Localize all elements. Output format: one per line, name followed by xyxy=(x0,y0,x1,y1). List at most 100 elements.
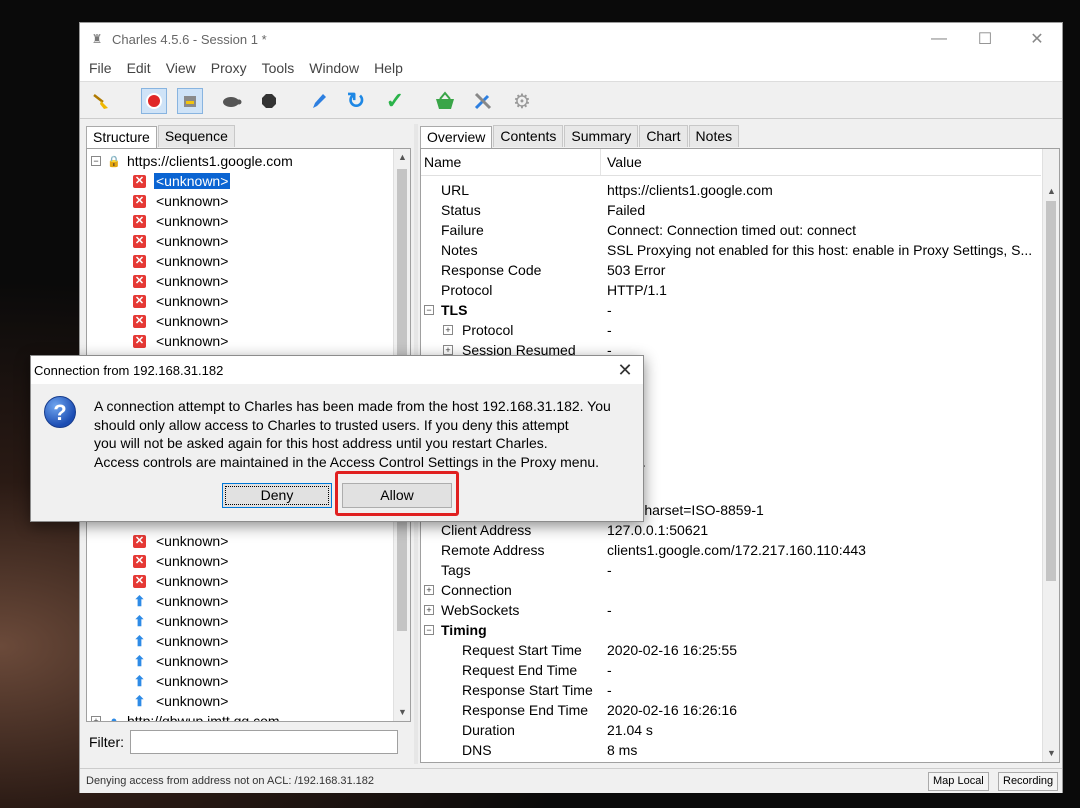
filter-input[interactable] xyxy=(130,730,398,754)
detail-row[interactable]: Response End Time 2020-02-16 16:26:16 xyxy=(421,701,1041,721)
detail-row[interactable]: Response Start Time - xyxy=(421,681,1041,701)
tree-request-row[interactable]: ✕ <unknown> xyxy=(133,311,230,331)
request-label: <unknown> xyxy=(156,613,229,629)
tab-structure[interactable]: Structure xyxy=(86,126,157,148)
tree-request-row[interactable]: ✕ <unknown> xyxy=(133,291,230,311)
request-label: <unknown> xyxy=(156,533,229,549)
throttle-icon[interactable] xyxy=(177,88,203,114)
tree-request-row[interactable]: ⬆ <unknown> xyxy=(133,611,230,631)
charles-app-icon: ♜ xyxy=(91,32,103,46)
menu-bar: File Edit View Proxy Tools Window Help xyxy=(80,55,1062,81)
scroll-up-icon[interactable]: ▲ xyxy=(1043,183,1059,200)
detail-row[interactable]: + Connection xyxy=(421,581,1041,601)
detail-row[interactable]: Status Failed xyxy=(421,201,1041,221)
detail-row[interactable]: + Protocol - xyxy=(421,321,1041,341)
detail-scrollbar[interactable]: ▲ ▼ xyxy=(1042,149,1059,762)
scroll-down-icon[interactable]: ▼ xyxy=(1043,745,1059,762)
recording-button[interactable]: Recording xyxy=(998,772,1059,791)
menu-tools[interactable]: Tools xyxy=(262,60,295,76)
tree-request-row[interactable]: ✕ <unknown> xyxy=(133,171,232,191)
menu-edit[interactable]: Edit xyxy=(127,60,151,76)
turtle-icon[interactable] xyxy=(218,88,244,114)
expand-toggle[interactable]: + xyxy=(91,716,101,721)
detail-row[interactable]: − TLS - xyxy=(421,301,1041,321)
menu-proxy[interactable]: Proxy xyxy=(211,60,247,76)
menu-file[interactable]: File xyxy=(89,60,112,76)
tree-request-row[interactable]: ✕ <unknown> xyxy=(133,571,230,591)
expand-toggle[interactable]: + xyxy=(424,585,434,595)
tree-request-row[interactable]: ✕ <unknown> xyxy=(133,331,230,351)
tab-contents[interactable]: Contents xyxy=(493,125,564,147)
detail-row[interactable]: Request End Time - xyxy=(421,661,1041,681)
detail-value: 21.04 s xyxy=(607,722,653,738)
tree-request-row[interactable]: ✕ <unknown> xyxy=(133,531,230,551)
column-value[interactable]: Value xyxy=(601,154,642,170)
tree-request-row[interactable]: ⬆ <unknown> xyxy=(133,631,230,651)
stop-icon[interactable] xyxy=(256,88,282,114)
tab-sequence[interactable]: Sequence xyxy=(157,125,235,147)
collapse-toggle[interactable]: − xyxy=(424,625,434,635)
detail-row[interactable]: Remote Address clients1.google.com/172.21… xyxy=(421,541,1041,561)
expand-toggle[interactable]: + xyxy=(443,325,453,335)
menu-help[interactable]: Help xyxy=(374,60,403,76)
detail-row[interactable]: Client Address 127.0.0.1:50621 xyxy=(421,521,1041,541)
tree-request-row[interactable]: ✕ <unknown> xyxy=(133,271,230,291)
settings-icon[interactable]: ⚙ xyxy=(509,88,535,114)
scroll-up-icon[interactable]: ▲ xyxy=(394,149,410,166)
tree-request-row[interactable]: ⬆ <unknown> xyxy=(133,671,230,691)
tree-request-row[interactable]: ⬆ <unknown> xyxy=(133,651,230,671)
scroll-thumb[interactable] xyxy=(1046,201,1056,581)
tab-summary[interactable]: Summary xyxy=(564,125,639,147)
detail-row[interactable]: URL https://clients1.google.com xyxy=(421,181,1041,201)
check-icon[interactable]: ✓ xyxy=(382,88,408,114)
tree-request-row[interactable]: ✕ <unknown> xyxy=(133,231,230,251)
detail-name: Status xyxy=(441,202,481,218)
basket-icon[interactable] xyxy=(432,88,458,114)
tree-request-row[interactable]: ✕ <unknown> xyxy=(133,551,230,571)
expand-toggle[interactable]: + xyxy=(424,605,434,615)
dialog-line: should only allow access to Charles to t… xyxy=(94,416,569,433)
tools-icon[interactable] xyxy=(470,88,496,114)
map-local-button[interactable]: Map Local xyxy=(928,772,989,791)
tab-overview[interactable]: Overview xyxy=(420,126,493,148)
tree-request-row[interactable]: ⬆ <unknown> xyxy=(133,591,230,611)
collapse-toggle[interactable]: − xyxy=(424,305,434,315)
detail-row[interactable]: Tags - xyxy=(421,561,1041,581)
minimize-button[interactable]: — xyxy=(916,23,962,55)
collapse-toggle[interactable]: − xyxy=(91,156,101,166)
tree-request-row[interactable]: ✕ <unknown> xyxy=(133,251,230,271)
detail-row[interactable]: Failure Connect: Connection timed out: co… xyxy=(421,221,1041,241)
detail-row[interactable]: Request Start Time 2020-02-16 16:25:55 xyxy=(421,641,1041,661)
detail-row[interactable]: + WebSockets - xyxy=(421,601,1041,621)
detail-row[interactable]: DNS 8 ms xyxy=(421,741,1041,761)
broom-icon[interactable] xyxy=(88,88,114,114)
detail-row[interactable]: Notes SSL Proxying not enabled for this h… xyxy=(421,241,1041,261)
expand-toggle[interactable]: + xyxy=(443,345,453,355)
deny-button[interactable]: Deny xyxy=(222,483,332,508)
detail-row[interactable]: Response Code 503 Error xyxy=(421,261,1041,281)
scroll-down-icon[interactable]: ▼ xyxy=(394,704,410,721)
record-icon[interactable] xyxy=(141,88,167,114)
tree-host-qq[interactable]: + ● http://qbwup.imtt.qq.com xyxy=(91,711,280,721)
tab-notes[interactable]: Notes xyxy=(688,125,740,147)
detail-value: - xyxy=(607,602,612,618)
tree-host-google[interactable]: − 🔒 https://clients1.google.com xyxy=(91,151,293,171)
tree-request-row[interactable]: ⬆ <unknown> xyxy=(133,691,230,711)
menu-view[interactable]: View xyxy=(166,60,196,76)
dialog-close-icon[interactable]: ✕ xyxy=(613,358,637,382)
maximize-button[interactable]: ☐ xyxy=(962,23,1008,55)
detail-row[interactable]: − Timing xyxy=(421,621,1041,641)
close-button[interactable]: ✕ xyxy=(1014,23,1060,55)
column-name[interactable]: Name xyxy=(421,149,601,175)
tree-request-row[interactable]: ✕ <unknown> xyxy=(133,211,230,231)
tree-request-row[interactable]: ✕ <unknown> xyxy=(133,191,230,211)
detail-name: Request Start Time xyxy=(462,642,582,658)
refresh-icon[interactable]: ↻ xyxy=(343,88,369,114)
request-label: <unknown> xyxy=(156,233,229,249)
pen-icon[interactable] xyxy=(306,88,332,114)
detail-row[interactable]: Duration 21.04 s xyxy=(421,721,1041,741)
detail-row[interactable]: Protocol HTTP/1.1 xyxy=(421,281,1041,301)
menu-window[interactable]: Window xyxy=(309,60,359,76)
tab-chart[interactable]: Chart xyxy=(639,125,688,147)
question-icon: ? xyxy=(44,396,76,428)
